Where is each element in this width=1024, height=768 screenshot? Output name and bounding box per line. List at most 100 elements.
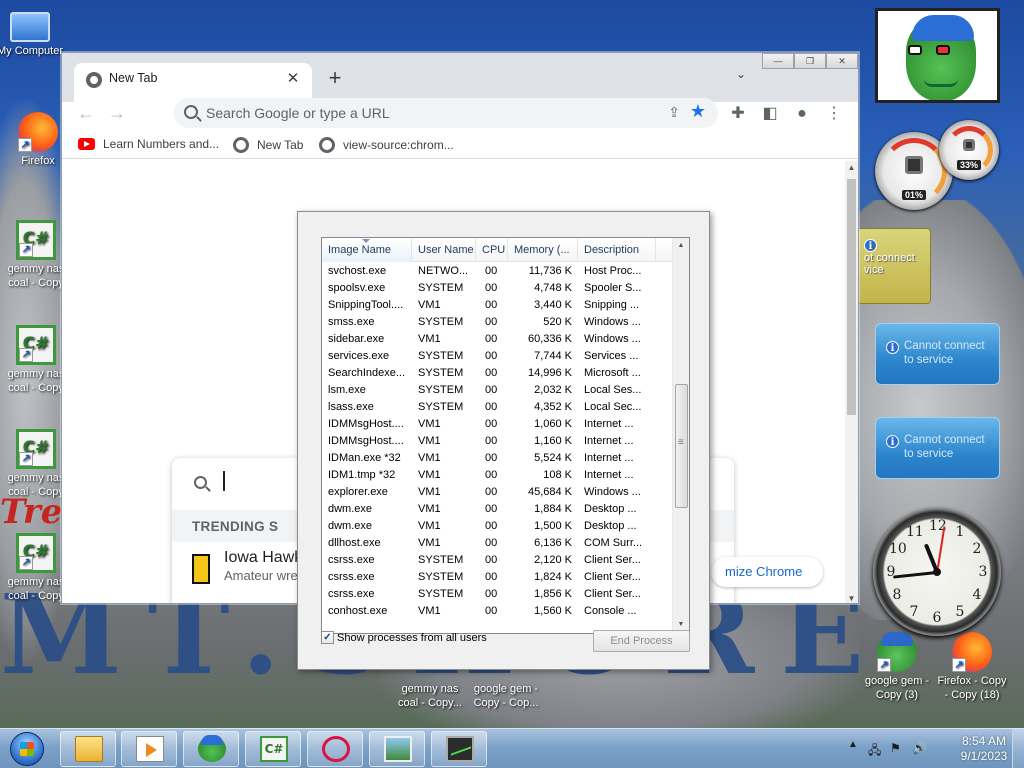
- process-row[interactable]: conhost.exe VM1 00 1,560 K Console ...: [322, 603, 674, 620]
- process-row[interactable]: SnippingTool.... VM1 00 3,440 K Snipping ...: [322, 297, 674, 314]
- taskbar-chrome-frog[interactable]: [183, 731, 239, 767]
- checkbox-box[interactable]: ✓: [321, 631, 334, 644]
- cell-description: Internet ...: [584, 435, 634, 447]
- cell-description: Windows ...: [584, 486, 641, 498]
- minimize-button[interactable]: —: [762, 53, 794, 69]
- show-all-users-checkbox[interactable]: ✓ Show processes from all users: [321, 631, 487, 644]
- close-tab-icon[interactable]: ✕: [283, 69, 303, 89]
- cell-description: Desktop ...: [584, 520, 637, 532]
- end-process-button[interactable]: End Process: [593, 630, 690, 652]
- taskbar-explorer[interactable]: [60, 731, 116, 767]
- column-user-name[interactable]: User Name: [412, 238, 476, 262]
- address-bar[interactable]: Search Google or type a URL ⇪ ★: [174, 98, 718, 128]
- slideshow-gadget[interactable]: [875, 8, 1000, 103]
- desktop-icon-firefox-copy-18[interactable]: ↗ Firefox - Copy - Copy (18): [936, 632, 1008, 702]
- computer-icon: [10, 12, 50, 42]
- page-scrollbar[interactable]: ▲ ▼: [845, 161, 858, 603]
- cell-description: Internet ...: [584, 452, 634, 464]
- process-list-scrollbar[interactable]: ▲ ▼: [672, 238, 689, 633]
- bookmark-star-icon[interactable]: ★: [690, 101, 706, 122]
- process-row[interactable]: IDMMsgHost.... VM1 00 1,160 K Internet ...: [322, 433, 674, 450]
- process-rows: svchost.exe NETWO... 00 11,736 K Host Proc..…: [322, 263, 674, 620]
- profile-avatar-icon[interactable]: ●: [790, 102, 814, 126]
- customize-chrome-button[interactable]: mize Chrome: [711, 557, 823, 587]
- cell-description: Microsoft ...: [584, 367, 641, 379]
- process-row[interactable]: explorer.exe VM1 00 45,684 K Windows ...: [322, 484, 674, 501]
- cell-description: Host Proc...: [584, 265, 642, 277]
- memory-dial: 33%: [939, 120, 999, 180]
- column-image-name[interactable]: Image Name: [322, 238, 412, 262]
- frog-icon: [198, 735, 226, 762]
- restore-button[interactable]: ❐: [794, 53, 826, 69]
- process-row[interactable]: svchost.exe NETWO... 00 11,736 K Host Proc..…: [322, 263, 674, 280]
- service-card-2[interactable]: i Cannot connect to service: [875, 417, 1000, 479]
- forward-arrow-icon[interactable]: →: [105, 101, 129, 125]
- clock-gadget[interactable]: 12 1 2 3 4 5 6 7 8 9 10 11: [873, 508, 1001, 636]
- share-icon[interactable]: ⇪: [668, 104, 680, 121]
- process-row[interactable]: SearchIndexe... SYSTEM 00 14,996 K Microsoft…: [322, 365, 674, 382]
- taskbar-task-manager[interactable]: [431, 731, 487, 767]
- column-cpu[interactable]: CPU: [476, 238, 508, 262]
- tab-search-chevron-icon[interactable]: ⌄: [730, 67, 752, 89]
- process-row[interactable]: sidebar.exe VM1 00 60,336 K Windows ...: [322, 331, 674, 348]
- column-memory[interactable]: Memory (...: [508, 238, 578, 262]
- cell-cpu: 00: [485, 418, 498, 430]
- action-center-flag-icon[interactable]: ⚑: [890, 741, 901, 755]
- desktop-icon-my-computer[interactable]: My Computer: [0, 8, 66, 58]
- show-hidden-icons-icon[interactable]: ▲: [848, 739, 858, 750]
- scroll-down-icon[interactable]: ▼: [845, 594, 858, 603]
- weather-gadget[interactable]: i ot connect vice: [857, 228, 931, 304]
- menu-kebab-icon[interactable]: ⋮: [822, 102, 846, 126]
- volume-icon[interactable]: 🔊: [912, 741, 927, 755]
- process-row[interactable]: IDMMsgHost.... VM1 00 1,060 K Internet ...: [322, 416, 674, 433]
- cell-cpu: 00: [485, 435, 498, 447]
- cell-memory: 5,524 K: [534, 452, 572, 464]
- new-tab-button[interactable]: +: [322, 65, 348, 91]
- process-row[interactable]: dllhost.exe VM1 00 6,136 K COM Surr...: [322, 535, 674, 552]
- process-row[interactable]: csrss.exe SYSTEM 00 1,856 K Client Ser...: [322, 586, 674, 603]
- process-row[interactable]: dwm.exe VM1 00 1,500 K Desktop ...: [322, 518, 674, 535]
- network-icon[interactable]: 🖧: [868, 741, 881, 762]
- column-description[interactable]: Description: [578, 238, 656, 262]
- side-panel-icon[interactable]: ◧: [758, 102, 782, 126]
- process-row[interactable]: lsass.exe SYSTEM 00 4,352 K Local Sec...: [322, 399, 674, 416]
- task-manager-window[interactable]: Image Name User Name CPU Memory (... Des…: [297, 211, 710, 670]
- extensions-puzzle-icon[interactable]: ✚: [726, 102, 750, 126]
- taskbar-media-player[interactable]: [121, 731, 177, 767]
- bookmark-learn-numbers[interactable]: Learn Numbers and...: [78, 137, 219, 151]
- taskbar-snipping-tool[interactable]: [307, 731, 363, 767]
- window-controls: — ❐ ✕: [762, 53, 858, 71]
- process-list[interactable]: Image Name User Name CPU Memory (... Des…: [321, 237, 690, 634]
- show-desktop-button[interactable]: [1012, 729, 1024, 768]
- process-row[interactable]: smss.exe SYSTEM 00 520 K Windows ...: [322, 314, 674, 331]
- process-row[interactable]: dwm.exe VM1 00 1,884 K Desktop ...: [322, 501, 674, 518]
- process-row[interactable]: csrss.exe SYSTEM 00 2,120 K Client Ser...: [322, 552, 674, 569]
- bookmark-new-tab[interactable]: New Tab: [233, 137, 303, 153]
- cell-image-name: conhost.exe: [328, 605, 388, 617]
- cell-image-name: SnippingTool....: [328, 299, 404, 311]
- service-card-1[interactable]: i Cannot connect to service: [875, 323, 1000, 385]
- taskbar-csharp[interactable]: C#: [245, 731, 301, 767]
- start-button[interactable]: [4, 729, 52, 768]
- system-tray: ▲ 🖧 ⚑ 🔊 8:54 AM 9/1/2023: [844, 729, 1024, 768]
- process-row[interactable]: spoolsv.exe SYSTEM 00 4,748 K Spooler S...: [322, 280, 674, 297]
- process-row[interactable]: services.exe SYSTEM 00 7,744 K Services ...: [322, 348, 674, 365]
- process-row[interactable]: csrss.exe SYSTEM 00 1,824 K Client Ser...: [322, 569, 674, 586]
- scroll-up-icon[interactable]: ▲: [845, 163, 858, 172]
- tab-strip: New Tab ✕ + ⌄ — ❐ ✕: [62, 53, 858, 102]
- close-window-button[interactable]: ✕: [826, 53, 858, 69]
- back-arrow-icon[interactable]: ←: [74, 101, 98, 125]
- cell-user-name: VM1: [418, 520, 441, 532]
- clock-tray[interactable]: 8:54 AM 9/1/2023: [948, 734, 1020, 764]
- desktop-icon-google-gem-3[interactable]: ↗ google gem - Copy (3): [861, 632, 933, 702]
- process-row[interactable]: IDM1.tmp *32 VM1 00 108 K Internet ...: [322, 467, 674, 484]
- process-row[interactable]: IDMan.exe *32 VM1 00 5,524 K Internet ...: [322, 450, 674, 467]
- process-row[interactable]: lsm.exe SYSTEM 00 2,032 K Local Ses...: [322, 382, 674, 399]
- scrollbar-thumb[interactable]: [675, 384, 688, 508]
- bookmark-view-source[interactable]: view-source:chrom...: [319, 137, 454, 153]
- scrollbar-thumb[interactable]: [847, 179, 856, 415]
- cpu-meter-gadget[interactable]: 01% 33%: [875, 120, 1000, 210]
- tab-new-tab[interactable]: New Tab ✕: [74, 63, 312, 102]
- scroll-up-icon[interactable]: ▲: [673, 238, 689, 254]
- taskbar-photo-viewer[interactable]: [369, 731, 425, 767]
